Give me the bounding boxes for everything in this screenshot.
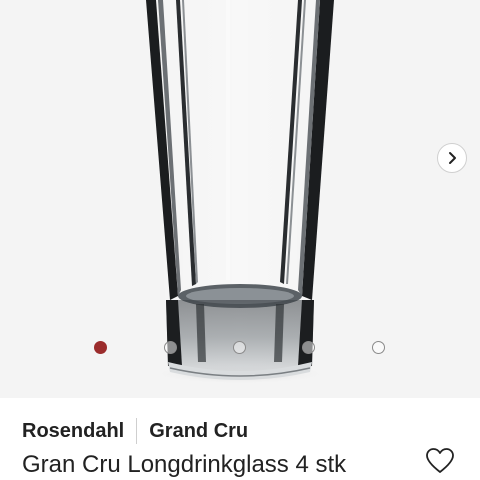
- product-title: Gran Cru Longdrinkglass 4 stk: [22, 451, 347, 478]
- brand-divider: [136, 418, 138, 444]
- chevron-right-icon: [449, 152, 456, 164]
- product-image-gallery[interactable]: [0, 0, 480, 398]
- gallery-dot-4[interactable]: [302, 341, 315, 354]
- brand-link[interactable]: Rosendahl: [22, 420, 124, 443]
- product-info: Rosendahl Grand Cru Gran Cru Longdrinkgl…: [0, 398, 480, 480]
- product-page: Rosendahl Grand Cru Gran Cru Longdrinkgl…: [0, 0, 480, 480]
- brand-row: Rosendahl Grand Cru: [22, 416, 248, 446]
- product-image: [0, 0, 480, 398]
- wishlist-button[interactable]: [424, 446, 456, 476]
- gallery-dot-1[interactable]: [94, 341, 107, 354]
- gallery-dot-2[interactable]: [164, 341, 177, 354]
- gallery-pagination: [0, 341, 480, 355]
- next-image-button[interactable]: [437, 143, 467, 173]
- heart-outline-icon: [426, 448, 454, 473]
- collection-link[interactable]: Grand Cru: [149, 420, 248, 443]
- gallery-dot-3[interactable]: [233, 341, 246, 354]
- gallery-dot-5[interactable]: [372, 341, 385, 354]
